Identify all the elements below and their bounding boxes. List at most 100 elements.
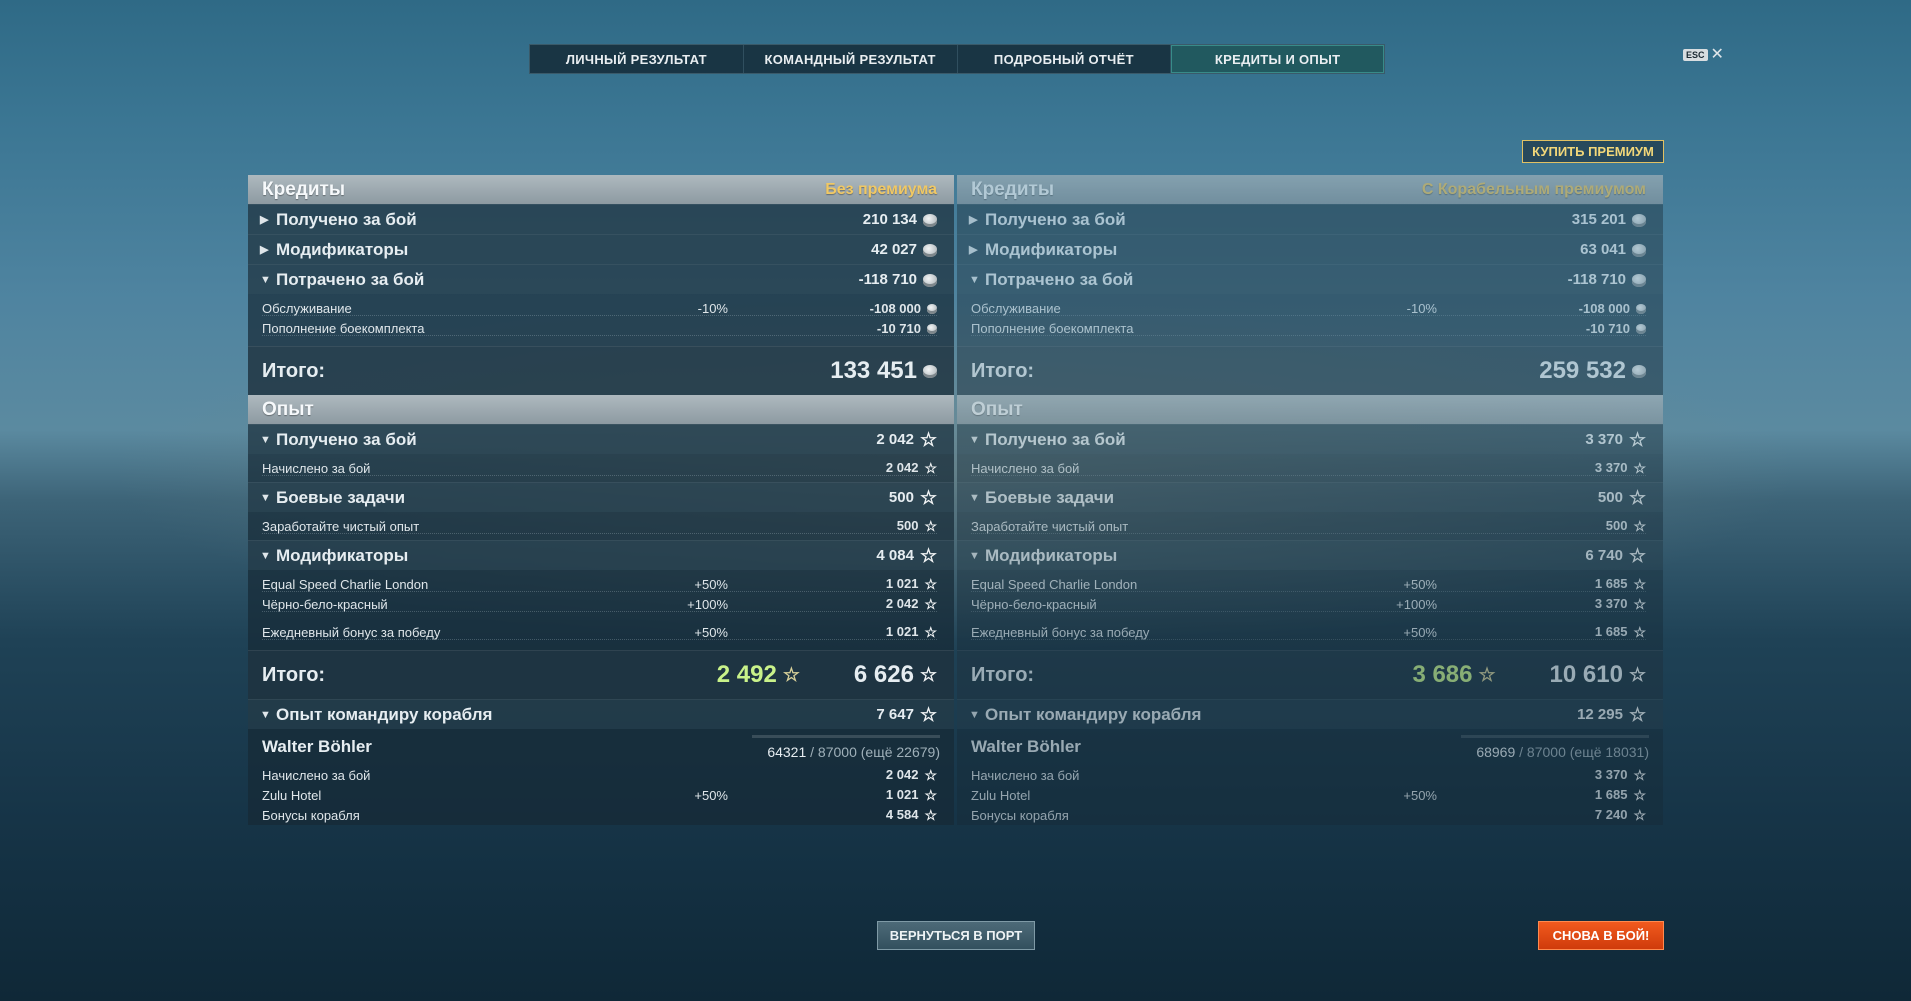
xp-value: 4 084 ☆: [876, 547, 937, 566]
commander-xp-progress: [1461, 735, 1649, 738]
credits-modifiers-row[interactable]: ▶ Модификаторы 42 027: [248, 234, 954, 264]
tab-detailed-report[interactable]: ПОДРОБНЫЙ ОТЧЁТ: [958, 45, 1172, 73]
buy-premium-button[interactable]: КУПИТЬ ПРЕМИУМ: [1522, 140, 1664, 163]
xp-value: 4 584 ☆: [886, 807, 937, 823]
tab-credits-and-xp[interactable]: КРЕДИТЫ И ОПЫТ: [1171, 45, 1384, 73]
row-label: Zulu Hotel: [262, 787, 322, 803]
value-text: 6 740: [1585, 547, 1623, 564]
commander-xp-remaining: / 87000 (ещё 18031): [1519, 744, 1649, 760]
commander-row: Walter Böhler 68969 / 87000 (ещё 18031): [957, 729, 1663, 765]
credits-value: 210 134: [863, 211, 937, 228]
commander-xp-row[interactable]: ▼ Опыт командиру корабля 12 295 ☆: [957, 699, 1663, 729]
value-text: 4 584: [885, 806, 919, 822]
xp-total-value: 6 626 ☆: [854, 661, 937, 689]
value-text: 210 134: [862, 211, 917, 228]
collapse-caret-icon: ▼: [260, 491, 271, 504]
return-to-port-button[interactable]: ВЕРНУТЬСЯ В ПОРТ: [877, 921, 1035, 950]
credits-coin-icon: [927, 304, 937, 315]
row-label: Заработайте чистый опыт: [971, 518, 1129, 534]
xp-star-icon: ☆: [1633, 576, 1646, 593]
credits-coin-icon: [923, 213, 937, 227]
commander-row: Walter Böhler 64321 / 87000 (ещё 22679): [248, 729, 954, 765]
commander-xp-remaining: / 87000 (ещё 22679): [810, 744, 940, 760]
credits-received-row[interactable]: ▶ Получено за бой 315 201: [957, 204, 1663, 234]
row-label: Модификаторы: [985, 239, 1118, 259]
credits-received-row[interactable]: ▶ Получено за бой 210 134: [248, 204, 954, 234]
value-text: -10 710: [876, 320, 921, 336]
xp-modifiers-row[interactable]: ▼ Модификаторы 4 084 ☆: [248, 540, 954, 570]
credits-coin-icon: [1632, 365, 1646, 379]
row-label: Пополнение боекомплекта: [262, 320, 425, 336]
credits-modifiers-row[interactable]: ▶ Модификаторы 63 041: [957, 234, 1663, 264]
credits-coin-icon: [923, 243, 937, 257]
value-text: 3 686: [1412, 661, 1473, 688]
modifier-row: Чёрно-бело-красный +100% 3 370 ☆: [957, 594, 1663, 614]
value-text: -108 000: [1578, 300, 1630, 316]
modifier-row: Ежедневный бонус за победу +50% 1 021 ☆: [248, 622, 954, 642]
battle-again-button[interactable]: СНОВА В БОЙ!: [1538, 921, 1664, 950]
xp-received-row[interactable]: ▼ Получено за бой 3 370 ☆: [957, 424, 1663, 454]
combat-missions-row[interactable]: ▼ Боевые задачи 500 ☆: [248, 482, 954, 512]
credits-value: -108 000: [1579, 301, 1646, 316]
value-text: 7 240: [1594, 806, 1628, 822]
xp-value: 7 647 ☆: [876, 706, 937, 725]
row-label: Zulu Hotel: [971, 787, 1031, 803]
credits-coin-icon: [1632, 243, 1646, 257]
row-label: Опыт командиру корабля: [276, 704, 493, 724]
xp-received-row[interactable]: ▼ Получено за бой 2 042 ☆: [248, 424, 954, 454]
collapse-caret-icon: ▼: [969, 708, 980, 721]
credits-spent-row[interactable]: ▼ Потрачено за бой -118 710: [248, 264, 954, 294]
close-button[interactable]: ESC ✕: [1683, 47, 1724, 63]
xp-total-row: Итого: 3 686 ☆ 10 610 ☆: [957, 650, 1663, 699]
xp-modifiers-row[interactable]: ▼ Модификаторы 6 740 ☆: [957, 540, 1663, 570]
xp-star-icon: ☆: [1633, 624, 1646, 641]
value-text: 3 370: [1594, 766, 1628, 782]
xp-value: 500 ☆: [1598, 487, 1646, 509]
tab-personal-result[interactable]: ЛИЧНЫЙ РЕЗУЛЬТАТ: [530, 45, 744, 73]
row-label: Получено за бой: [276, 429, 417, 449]
commander-zulu-row: Zulu Hotel +50% 1 021 ☆: [248, 785, 954, 805]
expand-caret-icon: ▶: [260, 214, 269, 226]
xp-value: 1 685 ☆: [1595, 576, 1646, 592]
value-text: 500: [1605, 517, 1628, 533]
row-label: Опыт командиру корабля: [985, 704, 1202, 724]
commander-xp-progress: [752, 735, 940, 738]
xp-star-icon: ☆: [1633, 460, 1646, 477]
value-text: 42 027: [871, 241, 917, 258]
credits-xp-panel-no-premium: Кредиты Без премиума ▶ Получено за бой 2…: [248, 175, 954, 852]
xp-value: 3 370 ☆: [1585, 429, 1646, 451]
row-label: Начислено за бой: [971, 460, 1080, 476]
xp-header: Опыт: [248, 395, 954, 424]
xp-star-icon: ☆: [1628, 487, 1646, 509]
credits-value: 63 041: [1580, 241, 1646, 258]
commander-xp-row[interactable]: ▼ Опыт командиру корабля 7 647 ☆: [248, 699, 954, 729]
xp-value: 500 ☆: [897, 518, 937, 534]
total-label: Итого:: [262, 663, 326, 686]
row-percent: +100%: [1396, 596, 1437, 612]
row-percent: +50%: [694, 787, 728, 803]
value-text: 63 041: [1580, 241, 1626, 258]
credits-spent-row[interactable]: ▼ Потрачено за бой -118 710: [957, 264, 1663, 294]
collapse-caret-icon: ▼: [260, 433, 271, 446]
xp-value: 3 370 ☆: [1595, 596, 1646, 612]
combat-missions-row[interactable]: ▼ Боевые задачи 500 ☆: [957, 482, 1663, 512]
value-text: 12 295: [1577, 706, 1623, 723]
row-label: Equal Speed Charlie London: [971, 576, 1138, 592]
xp-star-icon: ☆: [1628, 704, 1646, 726]
row-label: Получено за бой: [276, 209, 417, 229]
row-percent: +50%: [1403, 624, 1437, 640]
value-text: 3 370: [1594, 595, 1628, 611]
xp-value: 1 685 ☆: [1595, 787, 1646, 803]
tab-team-result[interactable]: КОМАНДНЫЙ РЕЗУЛЬТАТ: [744, 45, 958, 73]
row-label: Чёрно-бело-красный: [971, 596, 1097, 612]
total-label: Итого:: [971, 359, 1035, 382]
value-text: 2 492: [716, 661, 777, 688]
row-label: Начислено за бой: [262, 767, 371, 783]
credits-title: Кредиты: [971, 178, 1055, 200]
row-label: Ежедневный бонус за победу: [262, 624, 441, 640]
value-text: 2 042: [885, 766, 919, 782]
clean-xp-row: Заработайте чистый опыт 500 ☆: [248, 516, 954, 536]
total-label: Итого:: [971, 663, 1035, 686]
value-text: 2 042: [885, 459, 919, 475]
xp-star-icon: ☆: [1628, 429, 1646, 451]
